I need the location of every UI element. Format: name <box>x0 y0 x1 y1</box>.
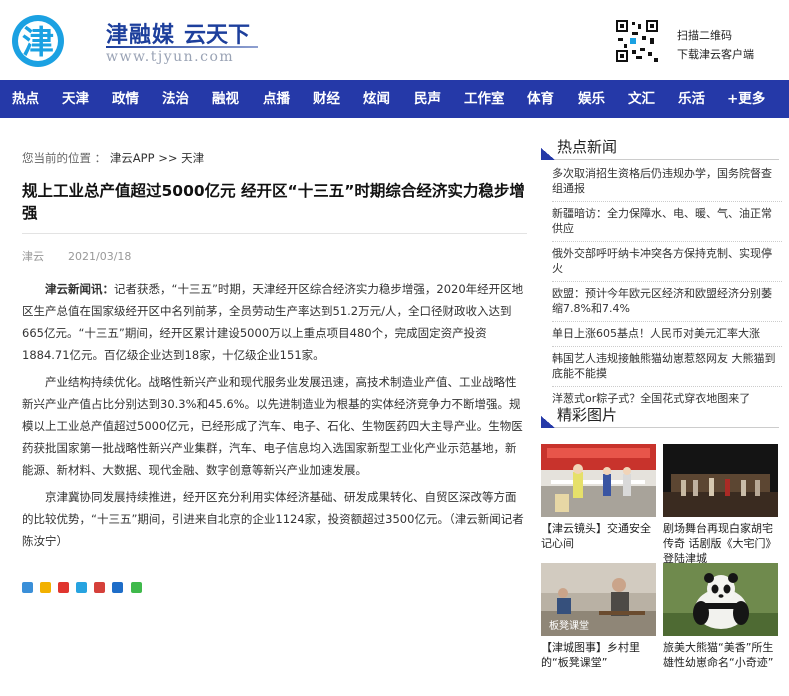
site-header: 津 津融媒 云天下 www.tjyun.com 扫描二维码 下载津云客户端 <box>0 0 789 80</box>
pic-card[interactable]: 旅美大熊猫“美香”所生雄性幼崽命名“小奇迹” <box>663 563 778 670</box>
brand-slogan: 云天下 <box>184 23 251 48</box>
wechat-icon[interactable] <box>130 582 142 593</box>
pic-drama-stage[interactable] <box>663 444 778 517</box>
featured-pics-header: 精彩图片 <box>541 404 779 428</box>
svg-text:津: 津 <box>22 23 54 61</box>
article-paragraph-2: 产业结构持续优化。战略性新兴产业和现代服务业发展迅速，高技术制造业产值、工业战略… <box>22 375 523 477</box>
pic-card[interactable]: 剧场舞台再现白家胡宅传奇 话剧版《大宅门》登陆津城 <box>663 444 778 566</box>
share-bar <box>22 582 144 596</box>
nav-item-buzz[interactable]: 炫闻 <box>363 80 390 118</box>
nav-item-politics[interactable]: 政情 <box>112 80 139 118</box>
article-date: 2021/03/18 <box>68 250 132 263</box>
nav-item-finance[interactable]: 财经 <box>313 80 340 118</box>
qzone-icon[interactable] <box>22 582 33 593</box>
nav-item-more[interactable]: +更多 <box>727 80 765 118</box>
nav-item-ent[interactable]: 娱乐 <box>578 80 605 118</box>
main-nav: 热点 天津 政情 法治 融视 点播 财经 炫闻 民声 工作室 体育 娱乐 文汇 … <box>0 80 789 118</box>
hot-news-item[interactable]: 俄外交部呼吁纳卡冲突各方保持克制、实现停火 <box>552 246 782 282</box>
hot-news-item[interactable]: 新疆暗访：全力保障水、电、暖、气、油正常供应 <box>552 206 782 242</box>
nav-item-life[interactable]: 乐活 <box>678 80 705 118</box>
qr-caption-scan: 扫描二维码 <box>677 29 732 42</box>
lead-prefix: 津云新闻讯： <box>45 282 114 296</box>
section-marker-icon <box>541 416 555 428</box>
hot-news-header: 热点新闻 <box>541 136 779 160</box>
nav-item-vod[interactable]: 点播 <box>263 80 290 118</box>
pic-caption[interactable]: 【津云镜头】交通安全记心间 <box>541 521 656 551</box>
article-meta: 津云 2021/03/18 <box>22 248 131 264</box>
pic-traffic-safety[interactable] <box>541 444 656 517</box>
article-body: 津云新闻讯：记者获悉，“十三五”时期，天津经开区综合经济实力稳步增强，2020年… <box>22 278 527 552</box>
breadcrumb-prefix: 您当前的位置 ： <box>22 151 107 165</box>
breadcrumb-path[interactable]: 津云APP >> 天津 <box>110 151 204 165</box>
pic-caption[interactable]: 【津城图事】乡村里的“板凳课堂” <box>541 640 656 670</box>
pic-card[interactable]: 板凳课堂 【津城图事】乡村里的“板凳课堂” <box>541 563 656 670</box>
breadcrumb: 您当前的位置 ： 津云APP >> 天津 <box>22 150 204 166</box>
weibo-icon[interactable] <box>58 582 70 593</box>
hot-news-title: 热点新闻 <box>557 138 618 156</box>
pic-overlay-text: 板凳课堂 <box>549 619 589 632</box>
nav-item-culture[interactable]: 文汇 <box>628 80 655 118</box>
renren-icon[interactable] <box>112 582 124 593</box>
nav-item-voice[interactable]: 民声 <box>414 80 441 118</box>
qr-caption-download: 下载津云客户端 <box>677 48 754 61</box>
pic-panda[interactable] <box>663 563 778 636</box>
nav-item-tianjin[interactable]: 天津 <box>62 80 89 118</box>
pic-caption[interactable]: 剧场舞台再现白家胡宅传奇 话剧版《大宅门》登陆津城 <box>663 521 778 566</box>
brand-underline <box>106 46 258 48</box>
article-paragraph-3: 京津冀协同发展持续推进，经开区充分利用实体经济基础、研发成果转化、自贸区深改等方… <box>22 490 524 548</box>
nav-item-studio[interactable]: 工作室 <box>464 80 505 118</box>
nav-item-sports[interactable]: 体育 <box>527 80 554 118</box>
article-title: 规上工业总产值超过5000亿元 经开区“十三五”时期综合经济实力稳步增强 <box>22 182 525 222</box>
hot-news-item[interactable]: 韩国艺人违规接触熊猫幼崽惹怒网友 大熊猫到底能不能摸 <box>552 351 782 387</box>
tjyun-logo-icon[interactable]: 津 <box>10 13 66 69</box>
hot-news-item[interactable]: 单日上涨605基点！人民币对美元汇率大涨 <box>552 326 782 347</box>
douban-icon[interactable] <box>94 582 106 593</box>
pic-card[interactable]: 【津云镜头】交通安全记心间 <box>541 444 656 551</box>
nav-item-law[interactable]: 法治 <box>162 80 189 118</box>
featured-pics-title: 精彩图片 <box>557 406 618 424</box>
tencent-weibo-icon[interactable] <box>76 582 88 593</box>
hot-news-item[interactable]: 多次取消招生资格后仍违规办学，国务院督查组通报 <box>552 166 782 202</box>
article-paragraph-lead: 津云新闻讯：记者获悉，“十三五”时期，天津经开区综合经济实力稳步增强，2020年… <box>22 278 527 366</box>
brand-url: www.tjyun.com <box>106 49 235 65</box>
pic-caption[interactable]: 旅美大熊猫“美香”所生雄性幼崽命名“小奇迹” <box>663 640 778 670</box>
nav-item-hot[interactable]: 热点 <box>12 80 39 118</box>
article-source: 津云 <box>22 250 44 263</box>
nav-item-video[interactable]: 融视 <box>212 80 239 118</box>
qr-code-icon <box>614 18 660 64</box>
wechat-moments-icon[interactable] <box>40 582 52 593</box>
pic-bench-class[interactable]: 板凳课堂 <box>541 563 656 636</box>
hot-news-list: 多次取消招生资格后仍违规办学，国务院督查组通报 新疆暗访：全力保障水、电、暖、气… <box>552 166 782 415</box>
hot-news-item[interactable]: 欧盟：预计今年欧元区经济和欧盟经济分别萎缩7.8%和7.4% <box>552 286 782 322</box>
brand-name: 津融媒 <box>106 23 176 48</box>
title-divider <box>22 233 527 234</box>
section-marker-icon <box>541 148 555 160</box>
